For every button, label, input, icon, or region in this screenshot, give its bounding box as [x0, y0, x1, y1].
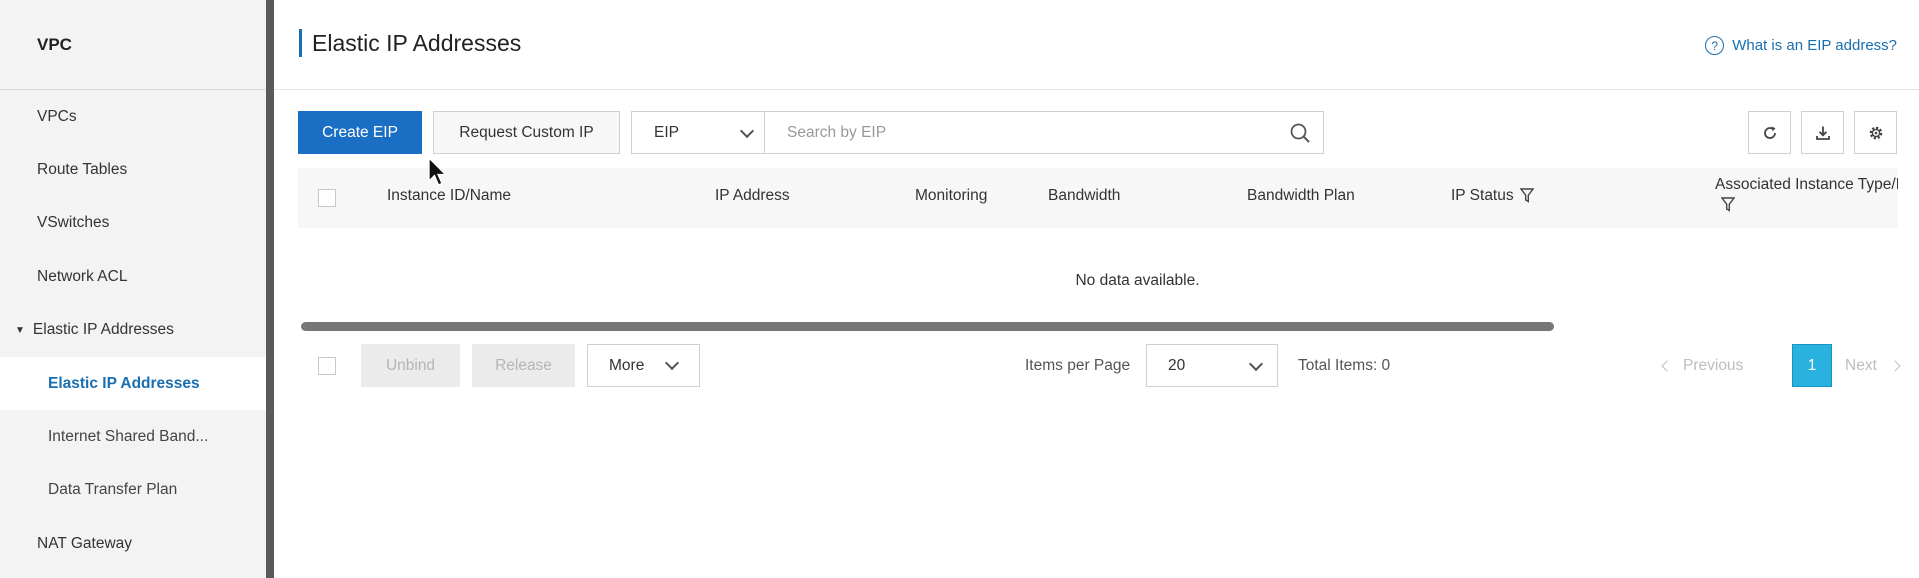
column-associated-instance-label: Associated Instance Type/ID: [1715, 176, 1898, 193]
page-title: Elastic IP Addresses: [299, 29, 521, 57]
items-per-page-value: 20: [1168, 356, 1186, 374]
question-circle-icon: ?: [1705, 36, 1725, 55]
chevron-right-icon: [1889, 360, 1901, 372]
sidebar-item-elastic-ip-addresses[interactable]: Elastic IP Addresses: [0, 356, 266, 411]
sidebar-item-vpcs[interactable]: VPCs: [0, 90, 266, 143]
create-eip-button[interactable]: Create EIP: [298, 111, 422, 154]
next-page-button[interactable]: Next: [1845, 357, 1901, 375]
search-box: [764, 111, 1324, 154]
release-button[interactable]: Release: [472, 344, 575, 387]
sidebar-nav: VPCs Route Tables VSwitches Network ACL …: [0, 90, 266, 571]
sidebar-group-elastic-ip[interactable]: ▼ Elastic IP Addresses: [0, 304, 266, 357]
table-header: Instance ID/Name IP Address Monitoring B…: [298, 168, 1898, 228]
help-link[interactable]: ? What is an EIP address?: [1705, 36, 1897, 55]
column-bandwidth: Bandwidth: [1048, 187, 1121, 204]
empty-state-text: No data available.: [1075, 272, 1200, 289]
next-label: Next: [1845, 357, 1877, 374]
search-type-select[interactable]: EIP: [631, 111, 765, 154]
previous-page-button[interactable]: Previous: [1661, 357, 1744, 375]
sidebar-item-internet-shared-bandwidth[interactable]: Internet Shared Band...: [0, 410, 266, 463]
page-header: Elastic IP Addresses ? What is an EIP ad…: [274, 0, 1919, 90]
sidebar-title: VPC: [0, 0, 266, 90]
search-type-value: EIP: [654, 123, 679, 141]
sidebar-item-nat-gateway[interactable]: NAT Gateway: [0, 517, 266, 570]
search-input[interactable]: [787, 123, 1267, 142]
sidebar-group-label: Elastic IP Addresses: [32, 321, 174, 339]
download-button[interactable]: [1801, 111, 1844, 154]
column-bandwidth-plan: Bandwidth Plan: [1247, 187, 1355, 204]
empty-state: No data available.: [274, 272, 1919, 290]
chevron-down-icon: [1248, 356, 1264, 372]
refresh-icon: [1763, 126, 1776, 139]
refresh-button[interactable]: [1748, 111, 1791, 154]
search-icon[interactable]: [1289, 122, 1311, 144]
more-dropdown[interactable]: More: [587, 344, 700, 387]
column-monitoring: Monitoring: [915, 187, 988, 204]
column-ip-address: IP Address: [715, 187, 790, 204]
unbind-button[interactable]: Unbind: [361, 344, 460, 387]
settings-icon: [1869, 126, 1882, 139]
sidebar-scrollbar[interactable]: [266, 0, 274, 578]
sidebar-item-network-acl[interactable]: Network ACL: [0, 250, 266, 303]
sidebar-item-route-tables[interactable]: Route Tables: [0, 143, 266, 196]
page-1-button[interactable]: 1: [1792, 344, 1832, 387]
request-custom-ip-button[interactable]: Request Custom IP: [433, 111, 620, 154]
mouse-cursor-icon: [428, 157, 448, 186]
main-content: Elastic IP Addresses ? What is an EIP ad…: [274, 0, 1919, 578]
help-link-text: What is an EIP address?: [1732, 37, 1897, 54]
column-associated-instance: Associated Instance Type/ID: [1715, 176, 1898, 212]
chevron-left-icon: [1661, 360, 1673, 372]
chevron-down-icon: [664, 355, 680, 371]
settings-button[interactable]: [1854, 111, 1897, 154]
horizontal-scrollbar-thumb[interactable]: [301, 322, 1554, 331]
horizontal-scrollbar[interactable]: [301, 322, 1901, 331]
chevron-down-icon: [739, 123, 755, 139]
download-icon: [1815, 126, 1830, 140]
column-instance-id: Instance ID/Name: [387, 187, 512, 204]
column-ip-status: IP Status: [1451, 187, 1534, 205]
total-items: Total Items: 0: [1298, 357, 1391, 374]
items-per-page-select[interactable]: 20: [1146, 344, 1278, 387]
column-ip-status-label: IP Status: [1451, 187, 1514, 204]
sidebar: VPC VPCs Route Tables VSwitches Network …: [0, 0, 266, 578]
filter-icon[interactable]: [1721, 197, 1735, 212]
filter-icon[interactable]: [1519, 188, 1534, 204]
items-per-page-label: Items per Page: [1025, 357, 1131, 374]
table-footer: Unbind Release More Items per Page 20 To…: [298, 344, 1901, 388]
select-all-checkbox[interactable]: [318, 189, 336, 207]
sidebar-item-data-transfer-plan[interactable]: Data Transfer Plan: [0, 464, 266, 517]
footer-select-all-checkbox[interactable]: [318, 357, 336, 375]
more-label: More: [609, 356, 645, 374]
sidebar-item-vswitches[interactable]: VSwitches: [0, 197, 266, 250]
toolbar: Create EIP Request Custom IP EIP: [298, 111, 1897, 155]
caret-down-icon: ▼: [15, 324, 25, 336]
previous-label: Previous: [1683, 357, 1744, 374]
